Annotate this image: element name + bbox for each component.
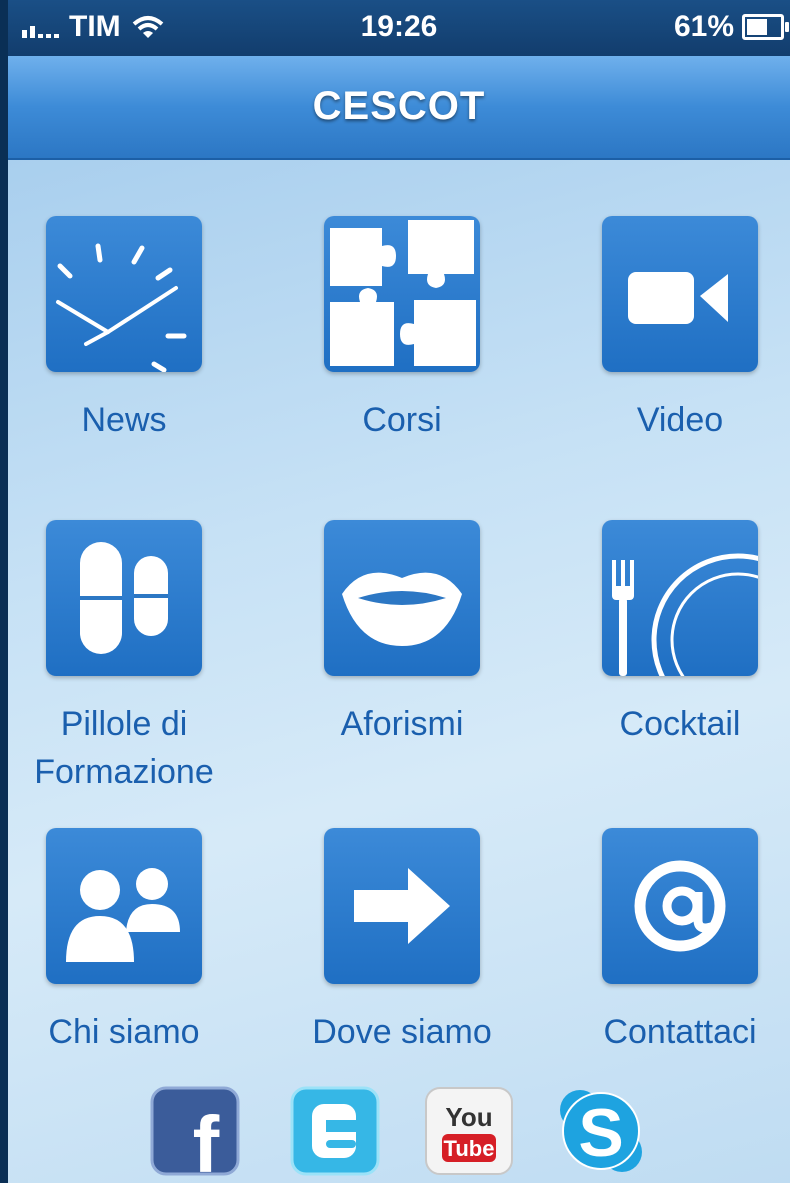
facebook-button[interactable]: f — [150, 1086, 240, 1176]
navigation-bar: CESCOT — [8, 56, 790, 160]
fork-plate-icon — [602, 520, 758, 676]
arrow-right-icon — [324, 828, 480, 984]
youtube-button[interactable]: You Tube — [424, 1086, 514, 1176]
app-frame: TIM 19:26 61% CESCOT News Corsi Video Pi… — [0, 0, 790, 1183]
status-time: 19:26 — [360, 10, 438, 43]
skype-button[interactable]: S — [556, 1086, 646, 1176]
at-sign-icon — [602, 828, 758, 984]
people-icon — [46, 828, 202, 984]
twitter-icon — [290, 1086, 380, 1176]
menu-label-chi-siamo: Chi siamo — [48, 1013, 200, 1051]
menu-label-corsi: Corsi — [362, 401, 442, 439]
video-camera-icon — [602, 216, 758, 372]
skype-icon: S — [560, 1090, 642, 1172]
battery-status: 61% — [673, 10, 789, 44]
twitter-button[interactable] — [290, 1086, 380, 1176]
lips-icon — [324, 520, 480, 676]
menu-label-pillole: Pillole di Formazione — [34, 705, 214, 791]
status-bar: TIM 19:26 61% — [8, 0, 790, 56]
menu-label-contattaci: Contattaci — [603, 1013, 757, 1051]
svg-text:Tube: Tube — [444, 1136, 495, 1161]
main-content: News Corsi Video Pillole di Formazione A… — [8, 160, 790, 1183]
svg-text:f: f — [193, 1100, 220, 1176]
youtube-icon: You Tube — [425, 1087, 513, 1175]
battery-icon — [742, 14, 789, 40]
facebook-icon: f — [150, 1086, 240, 1176]
clock-icon — [46, 216, 202, 372]
svg-text:You: You — [445, 1102, 492, 1132]
svg-text:S: S — [578, 1095, 623, 1171]
menu-label-video: Video — [636, 401, 724, 439]
menu-label-dove-siamo: Dove siamo — [312, 1013, 492, 1051]
puzzle-icon — [324, 216, 480, 372]
pills-icon — [46, 520, 202, 676]
menu-label-aforismi: Aforismi — [340, 705, 464, 743]
page-title: CESCOT — [312, 84, 486, 128]
menu-label-cocktail: Cocktail — [619, 705, 741, 743]
menu-label-news: News — [81, 401, 167, 439]
battery-percent: 61% — [673, 10, 734, 43]
